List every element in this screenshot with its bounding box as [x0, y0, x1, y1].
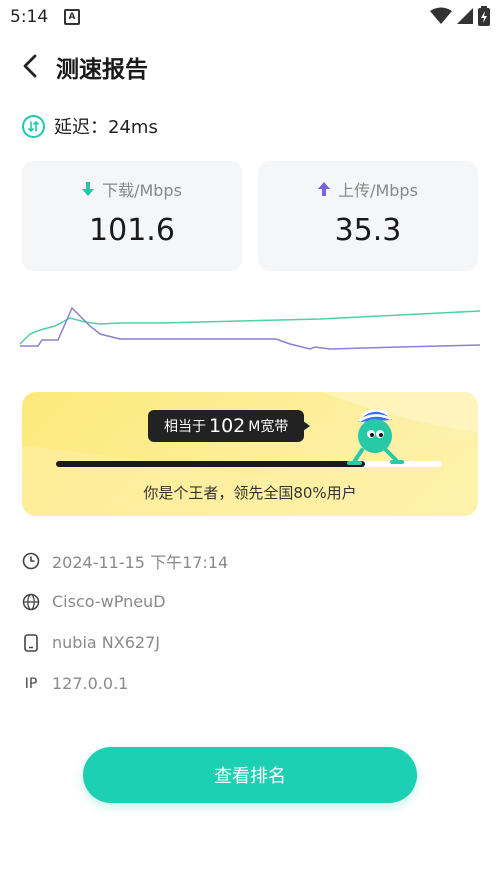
upload-label-row: 上传/Mbps — [258, 177, 478, 201]
chevron-left-icon — [23, 54, 37, 78]
test-time: 2024-11-15 下午17:14 — [52, 552, 229, 572]
clock-icon — [20, 550, 42, 572]
device-name: nubia NX627J — [52, 633, 160, 652]
battery-icon — [478, 6, 490, 26]
ip-label: IP — [24, 675, 38, 692]
bandwidth-prefix: 相当于 — [164, 419, 206, 435]
status-bar: 5:14 A — [0, 0, 500, 34]
latency-row: 延迟：24ms — [22, 112, 158, 140]
bandwidth-suffix: M宽带 — [248, 419, 289, 435]
status-icons — [430, 6, 490, 26]
wifi-icon — [430, 7, 452, 24]
bandwidth-value: 102 — [209, 415, 246, 437]
rank-description: 你是个王者，领先全国80%用户 — [143, 484, 357, 502]
rank-banner: 相当于 102 M宽带 你是个王者，领先全国80%用户 — [22, 392, 478, 516]
latency-icon — [22, 114, 45, 138]
info-list: 2024-11-15 下午17:14 Cisco-wPneuD nubia NX… — [20, 540, 480, 704]
info-row-network: Cisco-wPneuD — [20, 581, 480, 622]
download-card: 下载/Mbps 101.6 — [22, 161, 242, 271]
header: 测速报告 — [0, 44, 500, 88]
ip-address: 127.0.0.1 — [52, 674, 129, 693]
notification-icon: A — [64, 9, 80, 25]
view-ranking-button[interactable]: 查看排名 — [83, 747, 417, 803]
status-time: 5:14 — [10, 7, 49, 27]
latency-value: 延迟：24ms — [54, 117, 158, 138]
upload-card: 上传/Mbps 35.3 — [258, 161, 478, 271]
arrow-up-icon — [318, 182, 331, 196]
arrow-down-icon — [82, 182, 95, 196]
upload-value: 35.3 — [334, 213, 402, 248]
globe-icon — [20, 591, 42, 613]
download-value: 101.6 — [89, 213, 175, 248]
page-title: 测速报告 — [56, 57, 148, 83]
network-name: Cisco-wPneuD — [52, 592, 166, 611]
speed-graph — [20, 306, 480, 350]
info-row-device: nubia NX627J — [20, 622, 480, 663]
signal-icon — [457, 8, 473, 24]
info-row-ip: IP 127.0.0.1 — [20, 663, 480, 704]
info-row-time: 2024-11-15 下午17:14 — [20, 540, 480, 581]
download-label: 下载/Mbps — [102, 181, 182, 200]
bandwidth-bubble: 相当于 102 M宽带 — [148, 410, 311, 442]
upload-label: 上传/Mbps — [338, 181, 418, 200]
runner-mascot-icon — [347, 409, 404, 465]
phone-icon — [20, 632, 42, 654]
rank-progress-fill — [56, 461, 365, 467]
download-label-row: 下载/Mbps — [22, 177, 242, 201]
back-button[interactable] — [14, 50, 46, 82]
